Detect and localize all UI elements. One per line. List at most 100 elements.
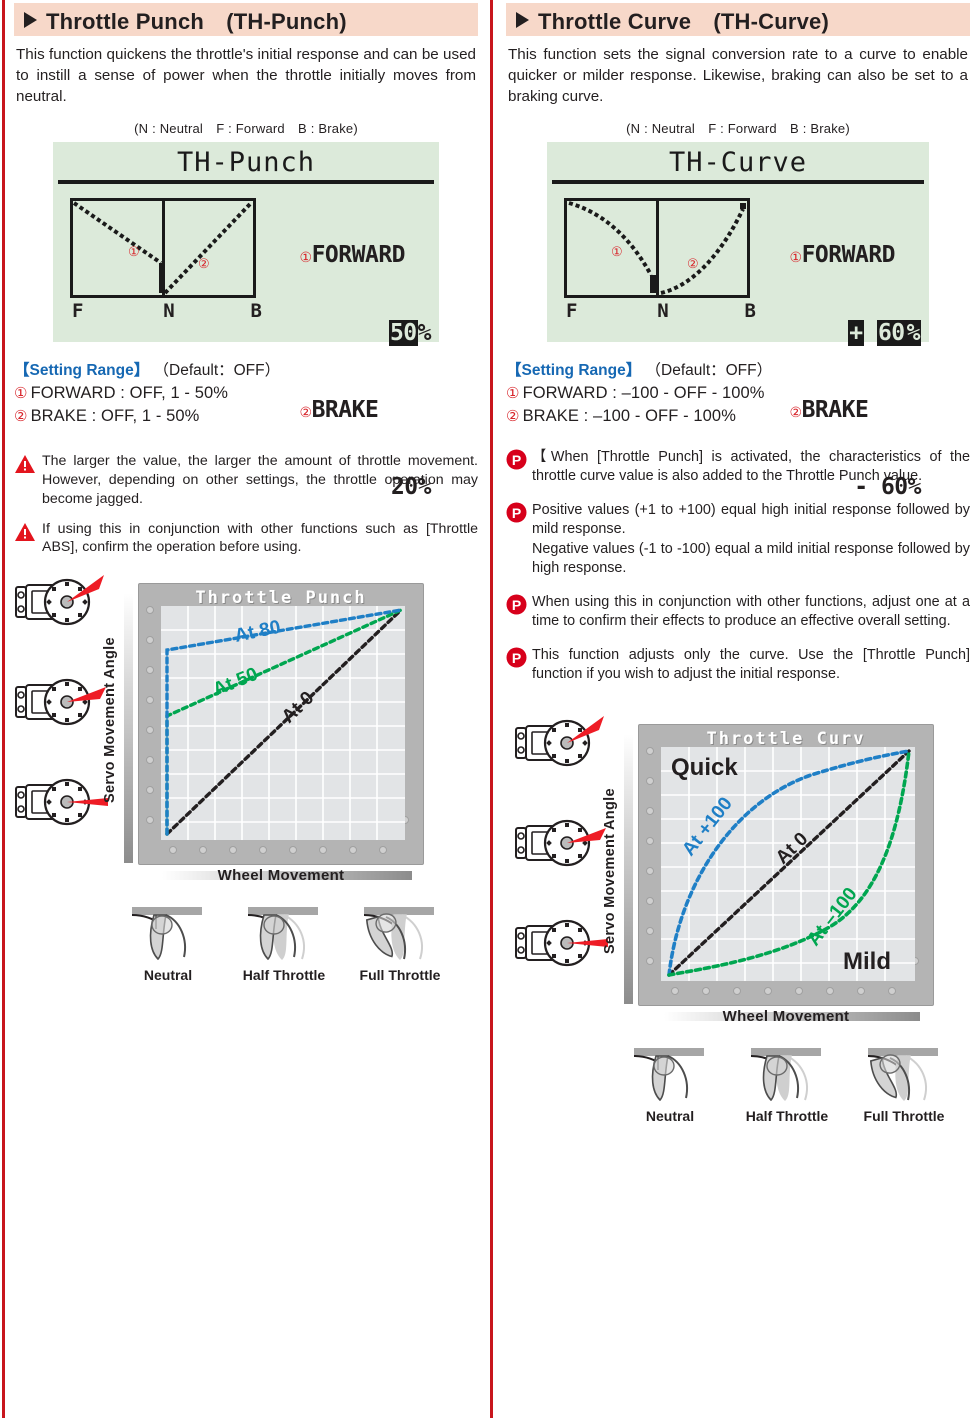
rivet-icon <box>229 846 237 855</box>
right-lcd-axis: F N B <box>566 300 756 322</box>
rivet-icon <box>826 987 834 996</box>
left-lcd-axis-b: B <box>250 299 262 322</box>
right-setting-default: （Default：OFF） <box>645 361 773 379</box>
right-readout-forward-label: FORWARD <box>801 242 896 269</box>
warning-icon <box>14 522 42 558</box>
servo-icon-full <box>14 573 112 635</box>
rivet-icon <box>146 786 154 795</box>
rivet-icon <box>646 897 654 906</box>
right-note-3: P When using this in conjunction with ot… <box>506 593 970 631</box>
right-readout-brake-value[interactable]: - 60% <box>854 474 921 500</box>
right-note-4: P This function adjusts only the curve. … <box>506 646 970 684</box>
rivet-icon <box>857 987 865 996</box>
point-icon: P <box>506 594 532 631</box>
right-y-axis-bar <box>624 734 633 1005</box>
rivet-icon <box>646 777 654 786</box>
right-illustration: Servo Movement Angle Throttle Curv Quick… <box>506 712 970 1034</box>
trigger-neutral: Neutral <box>114 907 222 983</box>
rivet-icon <box>169 846 177 855</box>
right-note-3-text: When using this in conjunction with othe… <box>532 593 970 629</box>
trigger-full-icon <box>867 1048 938 1102</box>
right-readout-forward-value[interactable]: 60 <box>876 319 906 346</box>
left-setting-range-label: 【Setting Range】 <box>14 361 150 379</box>
left-readout-forward-label: FORWARD <box>311 242 406 269</box>
right-lcd-axis-n: N <box>657 299 669 322</box>
right-lcd-body: ① ② F N B ①FORWARD + 60% ②BRAKE - 60% <box>547 184 929 500</box>
right-readout-num-1: ① <box>789 249 803 266</box>
right-intro-text: This function sets the signal conversion… <box>508 46 968 105</box>
right-plot-area: Quick Mild At +100 At 0 At –100 <box>661 747 915 982</box>
section-throttle-punch: Throttle Punch (TH-Punch) This function … <box>0 0 492 1418</box>
right-setting-num-1: ① <box>506 384 520 402</box>
left-lcd-screen: TH-Punch ① ② F N B ①FORWARD 50% ②BRAKE 2… <box>53 141 439 500</box>
right-readout-forward-suffix: % <box>905 319 921 346</box>
left-lcd-title: TH-Punch <box>176 146 316 178</box>
trigger-neutral-icon <box>131 907 202 961</box>
right-lcd-legend: (N : Neutral F : Forward B : Brake) <box>626 120 850 136</box>
trigger-full-icon <box>363 907 434 961</box>
right-setting-num-2: ② <box>506 407 520 425</box>
right-readout-forward-sign[interactable]: + <box>848 319 864 346</box>
rivet-icon <box>199 846 207 855</box>
servo-icon-neutral <box>514 914 612 976</box>
rivet-icon <box>733 987 741 996</box>
right-lcd-graph <box>564 197 750 298</box>
right-section-title: Throttle Curve (TH-Curve) <box>538 8 830 34</box>
left-readout-brake-label: BRAKE <box>311 396 379 423</box>
trigger-neutral-label: Neutral <box>645 1108 695 1125</box>
triangle-right-icon <box>516 11 529 28</box>
left-lcd-marker-1: ① <box>128 243 140 259</box>
page: Throttle Punch (TH-Punch) This function … <box>0 0 976 1418</box>
svg-text:P: P <box>512 650 521 666</box>
left-lcd-readout: ①FORWARD 50% ②BRAKE 20% <box>300 192 433 553</box>
left-lcd-legend: (N : Neutral F : Forward B : Brake) <box>134 120 358 136</box>
rivet-icon <box>146 606 154 615</box>
svg-text:P: P <box>512 505 521 521</box>
right-lcd-graph-midline <box>656 200 659 295</box>
warning-icon <box>14 454 42 509</box>
trigger-neutral: Neutral <box>616 1048 724 1124</box>
trigger-neutral-label: Neutral <box>143 967 193 984</box>
servo-icon-full <box>514 714 612 776</box>
rivet-icon <box>795 987 803 996</box>
section-throttle-curve: Throttle Curve (TH-Curve) This function … <box>492 0 976 1418</box>
left-y-axis-label: Servo Movement Angle <box>102 637 118 804</box>
right-lcd-marker-2: ② <box>687 255 699 271</box>
trigger-half: Half Throttle <box>733 1048 841 1124</box>
rivet-icon <box>671 987 679 996</box>
rivet-icon <box>764 987 772 996</box>
rivet-icon <box>888 987 896 996</box>
right-trigger-row: Neutral Half Throttle Full Throttle <box>616 1048 958 1124</box>
rivet-icon <box>146 636 154 645</box>
left-readout-forward-value[interactable]: 50 <box>388 319 418 346</box>
right-chart-panel: Throttle Curv Quick Mild At +100 At 0 At… <box>638 724 934 1007</box>
servo-icon-half <box>514 814 612 876</box>
left-setting-num-2: ② <box>14 407 28 425</box>
left-setting-text-2: BRAKE : OFF, 1 - 50% <box>30 406 200 425</box>
rivet-icon <box>319 846 327 855</box>
triangle-right-icon <box>24 11 37 28</box>
rivet-icon <box>646 747 654 756</box>
rivet-icon <box>646 927 654 936</box>
rivet-icon <box>146 756 154 765</box>
trigger-full: Full Throttle <box>850 1048 958 1124</box>
right-lcd-axis-f: F <box>566 299 578 322</box>
left-lcd-axis-n: N <box>163 299 175 322</box>
right-chart-mild-label: Mild <box>843 948 891 975</box>
svg-text:P: P <box>512 452 521 468</box>
trigger-full-label: Full Throttle <box>359 967 441 984</box>
left-readout-brake-value[interactable]: 20% <box>391 474 432 500</box>
svg-text:P: P <box>512 597 521 613</box>
left-servo-column <box>14 573 112 873</box>
trigger-full-label: Full Throttle <box>863 1108 945 1125</box>
point-icon: P <box>506 647 532 684</box>
rivet-icon <box>146 726 154 735</box>
trigger-neutral-icon <box>633 1048 704 1102</box>
left-illustration: Servo Movement Angle Throttle Punch At 8… <box>14 571 478 893</box>
right-setting-text-1: FORWARD : –100 - OFF - 100% <box>522 383 765 402</box>
left-trigger-row: Neutral Half Throttle Full Throttle <box>114 907 454 983</box>
rivet-icon <box>646 957 654 966</box>
right-lcd-screen: TH-Curve ① ② F N B ①FORWARD + 60% ②BRAKE… <box>547 141 929 500</box>
left-lcd-marker-2: ② <box>198 255 210 271</box>
right-servo-column <box>514 714 612 1014</box>
